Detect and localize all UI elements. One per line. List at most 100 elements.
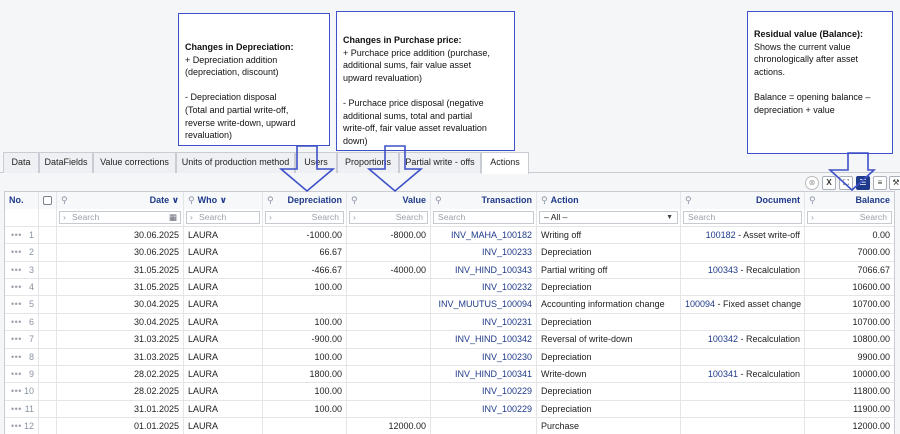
cell-date: 28.02.2025	[57, 365, 184, 384]
document-link[interactable]: 100342	[708, 334, 738, 344]
row-menu-icon[interactable]: •••	[11, 366, 22, 383]
col-action-header[interactable]: ⚲ Action	[537, 192, 681, 210]
table-row[interactable]: ••• 12 01.01.2025 LAURA 12000.00 Purchase 1200…	[5, 418, 894, 434]
chevron-right-icon: ›	[353, 212, 356, 223]
select-all-checkbox-cell[interactable]	[39, 192, 57, 210]
balance-search-input[interactable]: › Search	[807, 211, 892, 225]
table-row[interactable]: ••• 4 31.05.2025 LAURA 100.00 INV_100232 Depre…	[5, 278, 894, 297]
clear-filter-icon[interactable]: ⊗	[805, 176, 819, 190]
cell-depreciation	[263, 418, 347, 434]
cell-action: Purchase	[537, 418, 681, 434]
depreciation-search-input[interactable]: › Search	[265, 211, 344, 225]
col-document-header[interactable]: ⚲ Document	[681, 192, 805, 210]
callout-purchase: Changes in Purchase price: + Purchace pr…	[336, 11, 515, 151]
action-filter-select[interactable]: – All – ▼	[539, 211, 678, 225]
col-date-header[interactable]: ⚲ Date ∨	[57, 192, 184, 210]
cell-depreciation: 100.00	[263, 348, 347, 366]
settings-wrench-icon[interactable]: ⚒	[889, 176, 900, 190]
callout-line: + Purchace price addition (purchase,	[343, 47, 490, 58]
date-search-input[interactable]: › Search ▦	[59, 211, 181, 225]
cell-transaction[interactable]: INV_100231	[431, 313, 537, 332]
cell-transaction[interactable]: INV_HIND_100342	[431, 331, 537, 349]
table-row[interactable]: ••• 9 28.02.2025 LAURA 1800.00 INV_HIND_10034…	[5, 365, 894, 384]
cell-transaction[interactable]	[431, 418, 537, 434]
cell-date: 28.02.2025	[57, 383, 184, 401]
col-transaction-header[interactable]: ⚲ Transaction	[431, 192, 537, 210]
cell-transaction[interactable]: INV_HIND_100343	[431, 261, 537, 279]
table-row[interactable]: ••• 5 30.04.2025 LAURA INV_MUUTUS_100094 Acco…	[5, 296, 894, 314]
cell-transaction[interactable]: INV_MUUTUS_100094	[431, 296, 537, 314]
row-menu-icon[interactable]: •••	[11, 262, 22, 279]
col-no-header[interactable]: No.	[5, 192, 39, 210]
row-menu-icon[interactable]: •••	[11, 296, 22, 313]
callout-line	[754, 78, 886, 91]
col-who-header[interactable]: ⚲ Who ∨	[184, 192, 263, 210]
table-row[interactable]: ••• 2 30.06.2025 LAURA 66.67 INV_100233 Deprec…	[5, 244, 894, 262]
calendar-icon[interactable]: ▦	[169, 212, 177, 223]
tab-data[interactable]: Data	[3, 152, 39, 173]
cell-document	[681, 400, 805, 419]
cell-who: LAURA	[184, 365, 263, 384]
row-select-cell	[39, 261, 57, 279]
row-menu-icon[interactable]: •••	[11, 401, 22, 418]
callout-line: Balance = opening balance –	[754, 91, 871, 102]
cell-transaction[interactable]: INV_100233	[431, 244, 537, 262]
cell-depreciation: -1000.00	[263, 226, 347, 245]
document-link[interactable]: 100341	[708, 369, 738, 379]
document-search-input[interactable]: Search	[683, 211, 802, 225]
cell-transaction[interactable]: INV_100230	[431, 348, 537, 366]
row-menu-icon[interactable]: •••	[11, 227, 22, 244]
cell-transaction[interactable]: INV_HIND_100341	[431, 365, 537, 384]
table-row[interactable]: ••• 3 31.05.2025 LAURA -466.67 -4000.00 INV_HI…	[5, 261, 894, 279]
table-row[interactable]: ••• 1 30.06.2025 LAURA -1000.00 -8000.00 INV_M…	[5, 226, 894, 245]
table-row[interactable]: ••• 10 28.02.2025 LAURA 100.00 INV_100229 Depr…	[5, 383, 894, 401]
document-link[interactable]: 100182	[706, 230, 736, 240]
callout-line: (Total and partial write-off,	[185, 104, 289, 115]
cell-transaction[interactable]: INV_100229	[431, 383, 537, 401]
tab-datafields[interactable]: DataFields	[39, 152, 93, 173]
callout-residual-lines: Shows the current value chronologically a…	[754, 41, 886, 117]
table-row[interactable]: ••• 7 31.03.2025 LAURA -900.00 INV_HIND_10034…	[5, 331, 894, 349]
row-menu-icon[interactable]: •••	[11, 314, 22, 331]
tab-actions[interactable]: Actions	[481, 152, 529, 174]
table-row[interactable]: ••• 6 30.04.2025 LAURA 100.00 INV_100231 Depre…	[5, 313, 894, 332]
cell-value	[347, 348, 431, 366]
who-search-input[interactable]: › Search	[186, 211, 260, 225]
callout-line	[343, 84, 508, 97]
wrench-icon: ⚲	[188, 195, 195, 205]
table-row[interactable]: ••• 11 31.01.2025 LAURA 100.00 INV_100229 Depr…	[5, 400, 894, 419]
callout-line: - Purchace price disposal (negative	[343, 97, 484, 108]
cell-document	[681, 278, 805, 297]
cell-depreciation: -900.00	[263, 331, 347, 349]
row-menu-icon[interactable]: •••	[11, 383, 22, 400]
document-link[interactable]: 100343	[708, 265, 738, 275]
document-link[interactable]: 100094	[685, 299, 715, 309]
row-number: ••• 4	[5, 278, 39, 297]
row-menu-icon[interactable]: •••	[11, 418, 22, 434]
select-all-checkbox[interactable]	[43, 196, 52, 206]
table-header-row: No. ⚲ Date ∨ ⚲ Who ∨ ⚲ Depreciation ⚲ Value …	[5, 192, 894, 210]
table-row[interactable]: ••• 8 31.03.2025 LAURA 100.00 INV_100230 Depre…	[5, 348, 894, 366]
col-balance-header[interactable]: ⚲ Balance	[805, 192, 894, 210]
cell-transaction[interactable]: INV_100232	[431, 278, 537, 297]
cell-date: 30.04.2025	[57, 296, 184, 314]
callout-depreciation: Changes in Depreciation: + Depreciation …	[178, 13, 330, 146]
cell-transaction[interactable]: INV_100229	[431, 400, 537, 419]
tab-value-corrections[interactable]: Value corrections	[93, 152, 176, 173]
cell-depreciation: 100.00	[263, 278, 347, 297]
row-menu-icon[interactable]: •••	[11, 279, 22, 296]
row-menu-icon[interactable]: •••	[11, 244, 22, 261]
callout-line	[185, 79, 323, 92]
cell-transaction[interactable]: INV_MAHA_100182	[431, 226, 537, 245]
filter-value-cell: › Search	[347, 209, 431, 227]
cell-date: 30.06.2025	[57, 226, 184, 245]
transaction-search-input[interactable]: Search	[433, 211, 534, 225]
value-search-input[interactable]: › Search	[349, 211, 428, 225]
row-select-cell	[39, 226, 57, 245]
cell-value: -4000.00	[347, 261, 431, 279]
tab-bar: Data DataFields Value corrections Units …	[0, 152, 900, 174]
row-number-label: 5	[28, 299, 34, 310]
row-menu-icon[interactable]: •••	[11, 349, 22, 366]
row-menu-icon[interactable]: •••	[11, 331, 22, 348]
callout-line: write-off, fair value asset revaluation	[343, 123, 487, 134]
